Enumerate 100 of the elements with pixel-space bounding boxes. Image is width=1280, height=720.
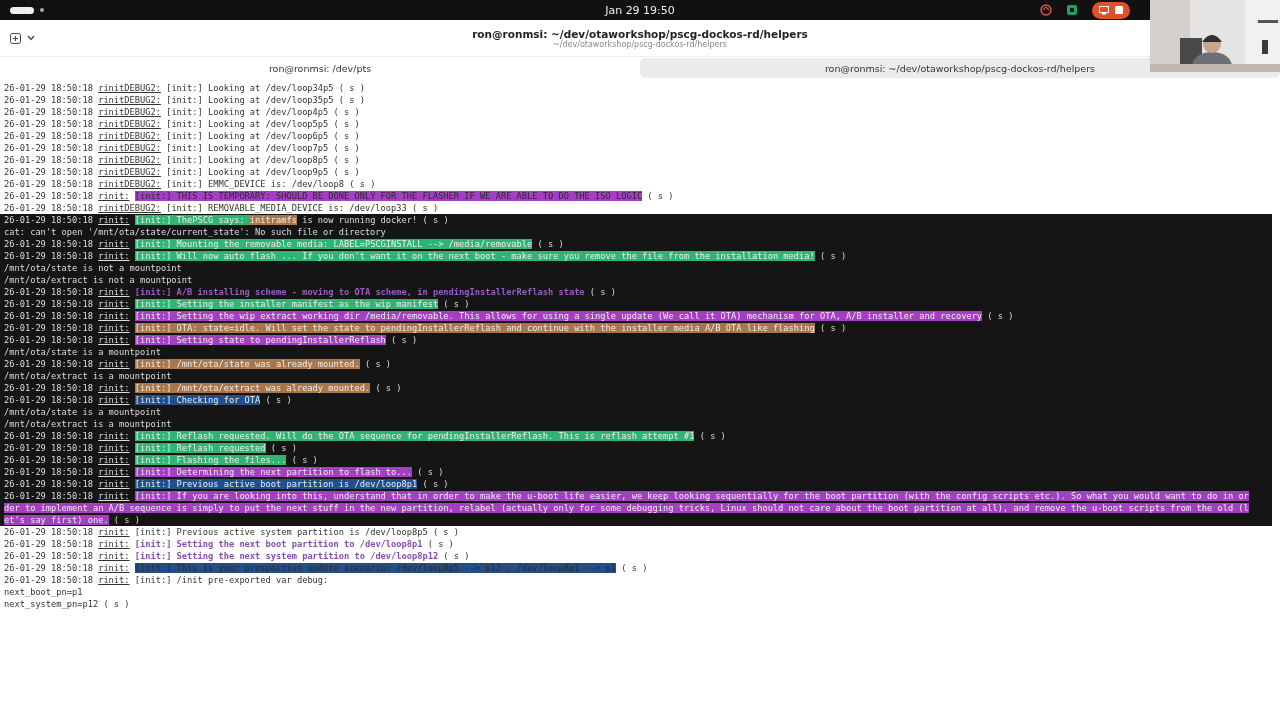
log-tag: rinitDEBUG2: <box>98 179 161 189</box>
highlighted-text: [init:] Checking for OTA <box>134 395 261 405</box>
recording-indicator[interactable] <box>1092 1 1130 19</box>
timestamp: 26-01-29 18:50:18 <box>4 143 93 153</box>
log-text: ( s ) <box>442 299 470 309</box>
log-text: ( s ) <box>112 515 140 525</box>
timestamp: 26-01-29 18:50:18 <box>4 431 93 441</box>
log-text: ( s ) <box>421 479 449 489</box>
output-text: next_system_pn=p12 ( s ) <box>4 599 130 609</box>
highlighted-text: [init:] This is your prospective update scenario: /dev/loop8p5 --> p12 ; /dev/loop8p1 --> p1 <box>134 563 616 573</box>
log-tag: rinitDEBUG2: <box>98 155 161 165</box>
timestamp: 26-01-29 18:50:18 <box>4 239 93 249</box>
highlighted-text: [init:] Mounting the removable media: LABEL=PSCGINSTALL --> /media/removable <box>134 239 533 249</box>
log-text: [init:] /init pre-exported var debug: <box>134 575 329 585</box>
log-tag: rinit: <box>98 311 130 321</box>
terminal-tab[interactable]: ron@ronmsi: /dev/pts <box>0 58 640 78</box>
highlighted-text: et's say first) one. <box>4 515 109 525</box>
log-text: [init:] REMOVABLE_MEDIA_DEVICE is: /dev/loop33 ( s ) <box>166 203 439 213</box>
log-text: ( s ) <box>986 311 1014 321</box>
log-text: ( s ) <box>698 431 726 441</box>
log-text: ( s ) <box>818 251 847 261</box>
timestamp: 26-01-29 18:50:18 <box>4 455 93 465</box>
highlighted-text: [init:] Reflash requested <box>134 443 266 453</box>
highlighted-text: [init:] Flashing the files... <box>134 455 287 465</box>
output-text: cat: can't open '/mnt/ota/state/current_state': No such file or directory <box>4 227 386 237</box>
colored-text: [init:] A/B installing scheme - moving to OTA scheme, in pendingInstallerReflash state <box>134 287 585 297</box>
timestamp: 26-01-29 18:50:18 <box>4 527 93 537</box>
new-tab-icon[interactable] <box>10 32 21 44</box>
highlighted-text: [init:] Setting state to pendingInstallerReflash <box>134 335 386 345</box>
colored-text: [init:] Setting the next boot partition to /dev/loop8p1 <box>134 539 423 549</box>
highlighted-text: der to implement an A/B sequence is simply to put the next stuff in the new partition, relabel (actually only for some debugging tricks, Linux should not care about the boot partition at all), and remove the u-boot scripts from the old (l <box>4 503 1249 513</box>
log-tag: rinit: <box>98 251 130 261</box>
log-text: [init:] Looking at /dev/loop6p5 ( s ) <box>166 131 360 141</box>
log-text: [init:] Previous active system partition is /dev/loop8p5 ( s ) <box>134 527 460 537</box>
timestamp: 26-01-29 18:50:18 <box>4 539 93 549</box>
log-tag: rinitDEBUG2: <box>98 119 161 129</box>
log-text: ( s ) <box>646 191 674 201</box>
highlighted-text: [init:] OTA: state=idle. Will set the state to pendingInstallerReflash and continue with the installer media A/B OTA like flashing <box>134 323 815 333</box>
log-text: ( s ) <box>426 539 454 549</box>
highlighted-text: [init:] ThePSCG says: <box>134 215 250 225</box>
log-tag: rinitDEBUG2: <box>98 95 161 105</box>
log-tag: rinit: <box>98 239 130 249</box>
log-tag: rinitDEBUG2: <box>98 83 161 93</box>
output-text: /mnt/ota/state is not a mountpoint <box>4 263 182 273</box>
timestamp: 26-01-29 18:50:18 <box>4 563 93 573</box>
timestamp: 26-01-29 18:50:18 <box>4 491 93 501</box>
timestamp: 26-01-29 18:50:18 <box>4 251 93 261</box>
log-text: ( s ) <box>374 383 402 393</box>
log-tag: rinit: <box>98 491 130 501</box>
highlighted-text: [init:] Setting the wip extract working dir /media/removable. This allows for using a single update (We call it OTA) mechanism for OTA, A/B installer and recovery <box>134 311 983 321</box>
output-text: /mnt/ota/extract is a mountpoint <box>4 419 172 429</box>
clock[interactable]: Jan 29 19:50 <box>605 3 675 17</box>
timestamp: 26-01-29 18:50:18 <box>4 551 93 561</box>
log-text: [init:] Looking at /dev/loop34p5 ( s ) <box>166 83 365 93</box>
log-tag: rinit: <box>98 443 130 453</box>
timestamp: 26-01-29 18:50:18 <box>4 467 93 477</box>
log-text: [init:] Looking at /dev/loop9p5 ( s ) <box>166 167 360 177</box>
timestamp: 26-01-29 18:50:18 <box>4 119 93 129</box>
colored-text: [init:] Setting the next system partition to /dev/loop8p12 <box>134 551 439 561</box>
log-text: ( s ) <box>264 395 292 405</box>
timestamp: 26-01-29 18:50:18 <box>4 107 93 117</box>
timestamp: 26-01-29 18:50:18 <box>4 191 93 201</box>
caret-icon[interactable] <box>27 35 35 41</box>
output-text: /mnt/ota/state is a mountpoint <box>4 347 161 357</box>
timestamp: 26-01-29 18:50:18 <box>4 95 93 105</box>
highlighted-text: [init:] THIS IS TEMPORARY: SHOULD BE DONE ONLY FOR THE FLASHER IF WE ARE ABLE TO DO THE ISO LOGIC <box>134 191 643 201</box>
highlighted-text: [init:] /mnt/ota/extract was already mounted. <box>134 383 371 393</box>
log-text: is now running docker! ( s ) <box>301 215 449 225</box>
output-text: /mnt/ota/extract is a mountpoint <box>4 371 172 381</box>
log-tag: rinitDEBUG2: <box>98 203 161 213</box>
log-text: ( s ) <box>290 455 318 465</box>
timestamp: 26-01-29 18:50:18 <box>4 383 93 393</box>
log-text: ( s ) <box>588 287 616 297</box>
log-tag: rinit: <box>98 287 130 297</box>
log-text: [init:] EMMC_DEVICE is: /dev/loop8 ( s ) <box>166 179 376 189</box>
log-tag: rinitDEBUG2: <box>98 143 161 153</box>
status-icon[interactable] <box>1040 4 1052 16</box>
log-text: [init:] Looking at /dev/loop4p5 ( s ) <box>166 107 360 117</box>
timestamp: 26-01-29 18:50:18 <box>4 311 93 321</box>
app-icon[interactable] <box>1066 4 1078 16</box>
log-tag: rinit: <box>98 455 130 465</box>
log-tag: rinit: <box>98 563 130 573</box>
log-tag: rinit: <box>98 539 130 549</box>
log-text: [init:] Looking at /dev/loop8p5 ( s ) <box>166 155 360 165</box>
workspace-dot[interactable] <box>40 8 44 12</box>
log-text: ( s ) <box>390 335 418 345</box>
timestamp: 26-01-29 18:50:18 <box>4 359 93 369</box>
log-tag: rinit: <box>98 431 130 441</box>
highlighted-text: [init:] /mnt/ota/state was already mounted. <box>134 359 360 369</box>
output-text: /mnt/ota/extract is not a mountpoint <box>4 275 193 285</box>
workspace-indicator[interactable] <box>10 6 34 14</box>
log-tag: rinitDEBUG2: <box>98 107 161 117</box>
timestamp: 26-01-29 18:50:18 <box>4 155 93 165</box>
highlighted-text: [init:] Will now auto flash ... If you don't want it on the next boot - make sure you remove the file from the installation media! <box>134 251 815 261</box>
log-text: ( s ) <box>536 239 564 249</box>
window-title: ron@ronmsi: ~/dev/otaworkshop/pscg-dockos-rd/helpers <box>472 27 808 40</box>
highlighted-text: [init:] Setting the installer manifest as the wip manifest <box>134 299 439 309</box>
timestamp: 26-01-29 18:50:18 <box>4 299 93 309</box>
timestamp: 26-01-29 18:50:18 <box>4 287 93 297</box>
log-tag: rinit: <box>98 323 130 333</box>
